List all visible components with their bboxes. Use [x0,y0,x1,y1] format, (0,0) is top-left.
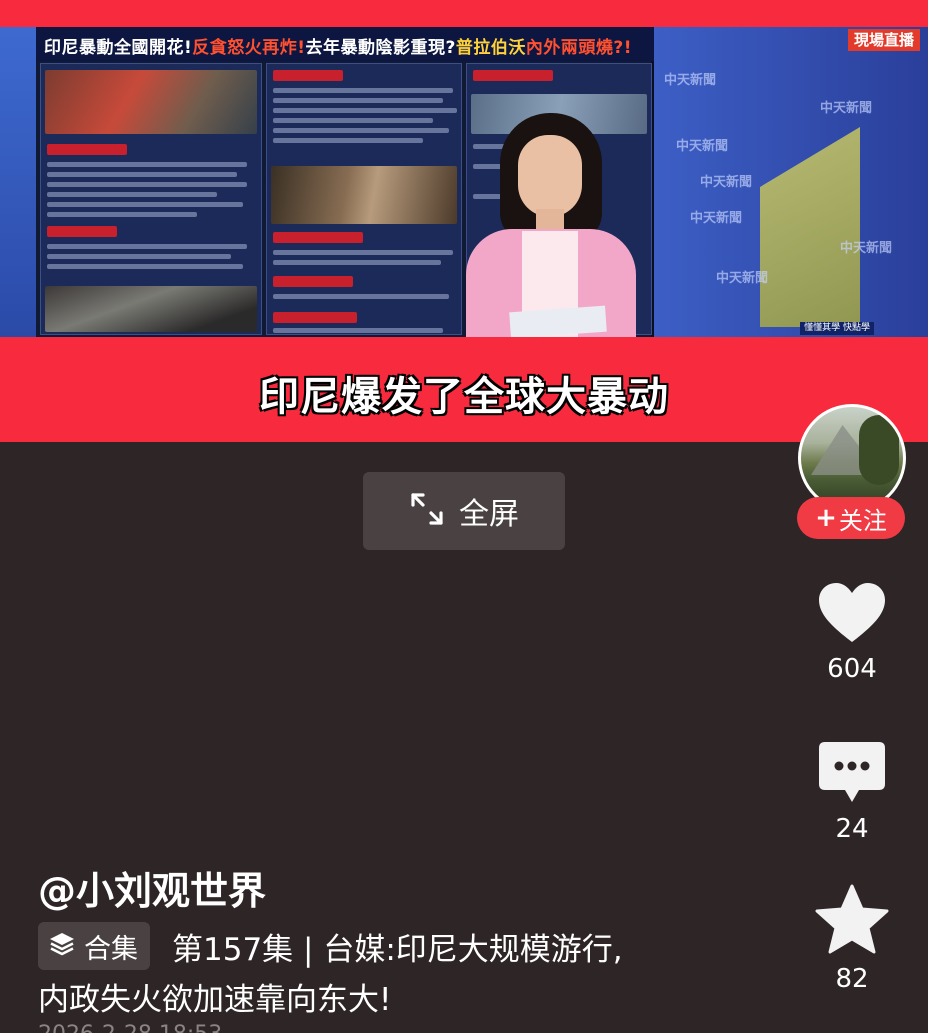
favorite-button[interactable]: 82 [802,884,902,994]
program-ticker: 懂懂其學 快點學 [800,322,874,335]
fullscreen-label: 全屏 [459,497,519,532]
panel-tag [47,226,117,237]
headline-part: 印尼暴動全國開花! [44,38,193,58]
collection-tag[interactable]: 合集 [38,922,150,970]
news-panel [40,63,262,335]
video-subtitle: 印尼爆发了全球大暴动 [258,373,669,421]
channel-logo-tile: 中天新聞 [820,101,873,116]
author-name[interactable]: @小刘观世界 [38,860,266,915]
panel-tag [273,70,343,81]
channel-logo-tile: 中天新聞 [840,241,893,256]
channel-logo-tile: 中天新聞 [664,73,717,88]
collection-label: 合集 [84,933,138,965]
heart-icon [802,582,902,648]
channel-logo-tile: 中天新聞 [676,139,729,154]
top-strip [0,0,928,27]
like-count: 604 [827,654,877,684]
panel-tag [47,144,127,155]
headline-part: 反貪怒火再炸! [192,38,306,58]
news-headline-bar: 印尼暴動全國開花!反貪怒火再炸!去年暴動陰影重現?普拉伯沃內外兩頭燒?! [36,27,654,61]
protest-photo [45,70,257,134]
follow-button[interactable]: + 关注 [797,497,905,539]
post-description-line: 内政失火欲加速靠向东大! [38,982,392,1018]
crowd-photo [45,286,257,332]
comment-button[interactable]: 24 [802,740,902,844]
headline-part: 內外兩頭燒?! [525,38,633,58]
panel-tag [273,312,357,323]
follow-label: 关注 [838,506,887,535]
news-panel [266,63,462,335]
live-badge: 現場直播 [847,29,920,51]
panel-tag [273,276,353,287]
headline-part: 去年暴動陰影重現? [305,38,456,58]
headline-part: 普拉伯沃 [455,38,526,58]
official-photo [271,166,457,224]
comment-bubble-icon [802,740,902,808]
video-player[interactable]: 中天新聞 中天新聞 中天新聞 中天新聞 中天新聞 中天新聞 中天新聞 印尼暴動全… [0,27,928,337]
post-description-line: 第157集 | 台媒:印尼大规模游行, [172,932,623,968]
author-avatar[interactable] [798,404,906,512]
post-timestamp: 2026-2-28 18:53 [38,1022,222,1033]
comment-count: 24 [835,814,869,844]
channel-logo-tile: 中天新聞 [716,271,769,286]
favorite-count: 82 [835,964,869,994]
star-icon [802,884,902,958]
plus-icon: + [815,503,837,533]
expand-icon [409,491,445,531]
fullscreen-button[interactable]: 全屏 [363,472,565,550]
channel-logo-tile: 中天新聞 [690,211,743,226]
panel-tag [473,70,553,81]
studio-left-panel [0,27,36,337]
panel-tag [273,232,363,243]
channel-logo-tile: 中天新聞 [700,175,753,190]
news-headline: 印尼暴動全國開花!反貪怒火再炸!去年暴動陰影重現?普拉伯沃內外兩頭燒?! [44,33,632,58]
news-anchor [462,113,640,337]
like-button[interactable]: 604 [802,582,902,684]
layers-icon [48,930,76,962]
